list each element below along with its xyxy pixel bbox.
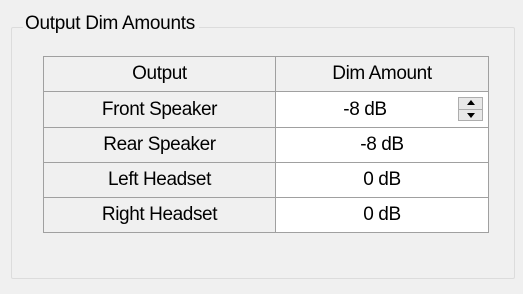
dim-amount-input[interactable]: -8 dB <box>276 92 488 127</box>
output-cell[interactable]: Right Headset <box>43 197 276 233</box>
output-cell[interactable]: Front Speaker <box>43 91 276 128</box>
spin-up-button[interactable] <box>459 98 482 109</box>
dim-amount-value: -8 dB <box>343 98 387 120</box>
dim-amount-cell[interactable]: 0 dB <box>275 162 489 198</box>
dim-amount-cell[interactable]: -8 dB <box>275 127 489 163</box>
table-row: Right Headset 0 dB <box>43 197 489 233</box>
triangle-down-icon <box>466 112 475 118</box>
dim-amount-editor[interactable]: -8 dB <box>275 91 489 128</box>
dim-amount-spin-editor[interactable]: -8 dB <box>276 92 488 127</box>
output-cell[interactable]: Left Headset <box>43 162 276 198</box>
spin-down-button[interactable] <box>459 108 482 121</box>
dim-amount-spinner[interactable] <box>458 97 483 121</box>
table-row: Left Headset 0 dB <box>43 162 489 198</box>
table-row: Rear Speaker -8 dB <box>43 127 489 163</box>
column-header-output[interactable]: Output <box>43 56 276 92</box>
table-row: Front Speaker -8 dB <box>43 91 489 128</box>
dim-amounts-grid: Output Dim Amount Front Speaker -8 dB Re… <box>43 56 489 233</box>
header-row: Output Dim Amount <box>43 56 489 92</box>
dim-amount-cell[interactable]: 0 dB <box>275 197 489 233</box>
output-dim-amounts-panel: Output Dim Amounts Output Dim Amount Fro… <box>0 0 523 294</box>
groupbox-title: Output Dim Amounts <box>23 12 199 36</box>
column-header-dim-amount[interactable]: Dim Amount <box>275 56 489 92</box>
triangle-up-icon <box>466 100 475 106</box>
output-cell[interactable]: Rear Speaker <box>43 127 276 163</box>
